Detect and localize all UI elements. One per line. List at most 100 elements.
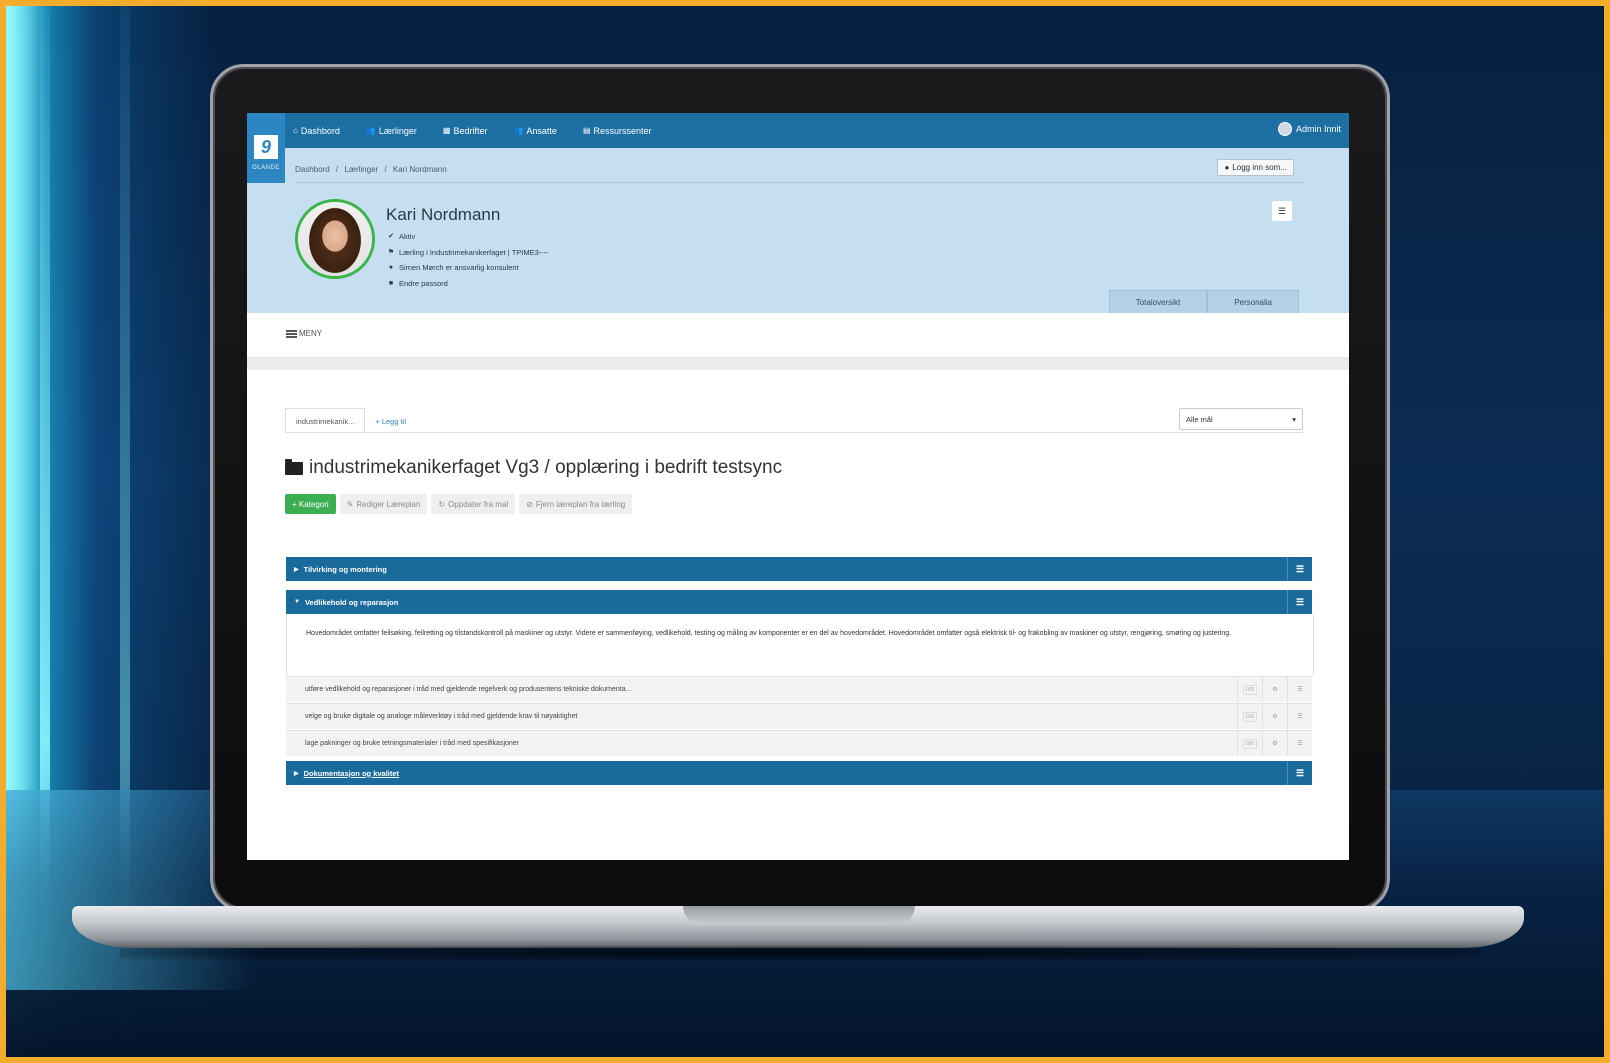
breadcrumb-separator: / — [384, 165, 387, 174]
nav-item-resources[interactable]: ▤ Ressurssenter — [583, 126, 652, 136]
curriculum-tabs: industrimekanik... + Legg til — [285, 408, 416, 433]
edit-icon: ✎ — [346, 499, 354, 509]
section-menu-button[interactable]: ☰ — [1287, 761, 1312, 785]
nav-item-dashboard[interactable]: ⌂ Dashbord — [293, 126, 340, 136]
menu-label: MENY — [299, 329, 323, 338]
profile-status: ✔ Aktiv — [387, 229, 549, 245]
gear-icon: ⚙ — [1272, 687, 1278, 693]
lock-icon: ■ — [388, 279, 394, 287]
tab-overview[interactable]: Totaloversikt — [1108, 290, 1208, 314]
goal-tools: 0/0 ⚙ ☰ — [1237, 704, 1312, 729]
edit-curriculum-button[interactable]: ✎ Rediger Læreplan — [339, 494, 428, 514]
remove-curriculum-button[interactable]: ⊘ Fjern læreplan fra lærling — [519, 494, 633, 514]
admin-avatar-icon — [1277, 122, 1292, 136]
section-description: Hovedområdet omfatter feilsøking, feilre… — [306, 630, 1232, 637]
section-menu-button[interactable]: ☰ — [1287, 590, 1312, 614]
profile-options-button[interactable]: ☰ — [1272, 201, 1292, 221]
goal-filter-select[interactable]: Alle mål ▾ — [1179, 408, 1303, 430]
accordion-section-tilvirking[interactable]: ▶ Tilvirking og montering ☰ — [286, 557, 1312, 581]
breadcrumb-dashboard[interactable]: Dashbord — [295, 165, 330, 174]
breadcrumb-current: Kari Nordmann — [392, 165, 447, 174]
goal-menu-button[interactable]: ☰ — [1287, 704, 1312, 729]
goal-text: lage pakninger og bruke tetningsmaterial… — [305, 740, 520, 747]
nav-item-companies[interactable]: ▦ Bedrifter — [443, 126, 488, 136]
users-icon: 👥 — [365, 126, 376, 135]
goal-progress: 0/0 — [1237, 731, 1262, 756]
list-icon: ☰ — [1297, 687, 1303, 693]
change-password-link[interactable]: ■ Endre passord — [387, 276, 549, 292]
user-icon: ● — [1224, 163, 1230, 172]
update-from-template-button[interactable]: ↻ Oppdater fra mal — [431, 494, 516, 514]
profile-name: Kari Nordmann — [386, 205, 501, 224]
avatar-photo — [298, 202, 372, 276]
goal-settings-button[interactable]: ⚙ — [1262, 704, 1287, 729]
profile-program: ⚑ Lærling i Industrimekanikerfaget | TPI… — [387, 245, 549, 261]
nav-item-label: Dashbord — [300, 125, 340, 136]
accordion-section-dokumentasjon[interactable]: ▶ Dokumentasjon og kvalitet ☰ — [286, 761, 1312, 785]
breadcrumb-apprentices[interactable]: Lærlinger — [344, 165, 378, 174]
goal-menu-button[interactable]: ☰ — [1287, 731, 1312, 756]
breadcrumb-divider — [295, 182, 1305, 183]
accordion-section-vedlikehold[interactable]: ▼ Vedlikehold og reparasjon ☰ — [286, 590, 1312, 614]
caret-down-icon: ▼ — [294, 599, 300, 605]
admin-label: Admin Innit — [1295, 124, 1341, 134]
goal-text: velge og bruke digitale og analoge målev… — [305, 713, 578, 720]
nav-item-label: Lærlinger — [378, 125, 417, 136]
unlink-icon: ⊘ — [526, 499, 533, 509]
file-icon: ▤ — [582, 126, 591, 135]
profile-status-text: Aktiv — [399, 232, 416, 241]
section-description-panel: Hovedområdet omfatter feilsøking, feilre… — [286, 614, 1314, 676]
edit-curriculum-label: Rediger Læreplan — [356, 499, 421, 509]
goal-tools: 0/0 ⚙ ☰ — [1237, 677, 1312, 702]
curriculum-title: industrimekanikerfaget Vg3 / opplæring i… — [285, 457, 782, 479]
login-as-button[interactable]: ● Logg inn som... — [1217, 159, 1294, 176]
caret-right-icon: ▶ — [294, 770, 299, 777]
goal-row[interactable]: lage pakninger og bruke tetningsmaterial… — [286, 730, 1312, 756]
profile-consultant: ● Simen Mørch er ansvarlig konsulent — [387, 260, 549, 276]
nav-item-apprentices[interactable]: 👥 Lærlinger — [366, 126, 417, 136]
goal-row[interactable]: velge og bruke digitale og analoge målev… — [286, 703, 1312, 729]
tab-curriculum[interactable]: industrimekanik... — [285, 408, 366, 433]
goal-settings-button[interactable]: ⚙ — [1262, 731, 1287, 756]
gear-icon: ⚙ — [1272, 741, 1278, 747]
remove-curriculum-label: Fjern læreplan fra lærling — [535, 499, 626, 509]
goal-text: utføre vedlikehold og reparasjoner i trå… — [305, 686, 632, 693]
profile-tabs: Totaloversikt Personalia — [1108, 290, 1299, 314]
section-title: Tilvirking og montering — [303, 564, 387, 574]
admin-user-menu[interactable]: Admin Innit — [1277, 122, 1341, 136]
add-curriculum-tab[interactable]: + Legg til — [365, 409, 416, 433]
caret-right-icon: ▶ — [294, 566, 299, 573]
goal-progress-badge: 0/0 — [1243, 711, 1257, 722]
goal-progress-badge: 0/0 — [1243, 738, 1257, 749]
list-icon: ☰ — [1295, 563, 1305, 574]
avatar — [295, 199, 375, 279]
nav-item-employees[interactable]: 👥 Ansatte — [513, 126, 557, 136]
brand-logo[interactable]: 9 OLANDE — [247, 113, 285, 183]
list-icon: ☰ — [1277, 205, 1287, 216]
goal-menu-button[interactable]: ☰ — [1287, 677, 1312, 702]
top-navbar: ⌂ Dashbord 👥 Lærlinger ▦ Bedrifter 👥 Ans… — [247, 113, 1349, 148]
list-icon: ☰ — [1297, 714, 1303, 720]
tabs-divider — [285, 432, 1303, 433]
hamburger-icon — [286, 329, 297, 338]
home-icon: ⌂ — [293, 126, 298, 135]
laptop-shadow — [120, 946, 1480, 960]
update-from-template-label: Oppdater fra mal — [448, 499, 509, 509]
chevron-down-icon: ▾ — [1292, 414, 1296, 424]
user-icon: ● — [388, 264, 394, 271]
logo-mark: 9 — [254, 135, 278, 159]
tab-personalia[interactable]: Personalia — [1207, 290, 1299, 314]
goal-settings-button[interactable]: ⚙ — [1262, 677, 1287, 702]
section-menu-button[interactable]: ☰ — [1287, 557, 1312, 581]
breadcrumb: Dashbord / Lærlinger / Kari Nordmann — [295, 165, 451, 174]
list-icon: ☰ — [1295, 596, 1305, 607]
goal-progress: 0/0 — [1237, 704, 1262, 729]
profile-consultant-text: Simen Mørch er ansvarlig konsulent — [399, 263, 519, 272]
section-title: Vedlikehold og reparasjon — [304, 597, 399, 607]
profile-details: ✔ Aktiv ⚑ Lærling i Industrimekanikerfag… — [387, 229, 549, 291]
menu-toggle-button[interactable]: MENY — [286, 329, 322, 338]
goal-row[interactable]: utføre vedlikehold og reparasjoner i trå… — [286, 676, 1312, 702]
main-content: industrimekanik... + Legg til Alle mål ▾… — [247, 370, 1349, 860]
flag-icon: ⚑ — [387, 248, 395, 256]
add-category-button[interactable]: + Kategori — [285, 494, 336, 514]
